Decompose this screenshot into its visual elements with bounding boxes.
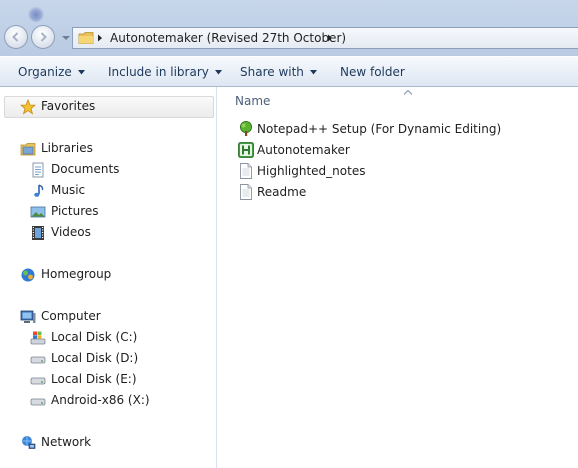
local-disk-e-label: Local Disk (E:) [51, 372, 137, 386]
libraries-label: Libraries [41, 141, 93, 155]
organize-label: Organize [18, 65, 72, 79]
include-in-library-label: Include in library [108, 65, 209, 79]
file-name: Autonotemaker [257, 143, 350, 157]
file-name: Notepad++ Setup (For Dynamic Editing) [257, 122, 502, 136]
system-drive-icon [30, 331, 46, 345]
music-note-icon [34, 184, 44, 197]
text-document-icon [240, 184, 252, 200]
folder-icon [78, 32, 94, 44]
pane-splitter[interactable] [216, 87, 217, 468]
text-document-icon [240, 163, 252, 179]
column-header-name[interactable]: Name [235, 94, 270, 108]
documents-icon [32, 162, 44, 178]
chevron-down-icon [77, 70, 85, 75]
window-title-bar: Autonotemaker (Revised 27th October) [0, 0, 578, 56]
navigation-buttons [4, 25, 72, 49]
recent-pages-dropdown[interactable] [61, 34, 71, 42]
breadcrumb-chevron-icon[interactable] [327, 34, 333, 42]
favorites-label: Favorites [41, 99, 96, 113]
blurred-app-icon [28, 6, 44, 22]
organize-button[interactable]: Organize [18, 65, 85, 79]
documents-label: Documents [51, 162, 120, 176]
network-icon [22, 436, 36, 449]
star-icon [20, 99, 36, 115]
navigation-pane: Favorites Libraries Documents Music Pict… [0, 87, 218, 468]
android-x86-label: Android-x86 (X:) [51, 393, 150, 407]
file-list-pane: Name Notepad++ Setup (For Dynamic Editin… [218, 87, 578, 468]
libraries-icon [20, 143, 36, 156]
forward-arrow-icon [40, 32, 47, 42]
new-folder-button[interactable]: New folder [340, 65, 405, 79]
hard-drive-icon [30, 377, 46, 385]
forward-button[interactable] [31, 25, 55, 49]
network-label: Network [41, 435, 92, 449]
chevron-down-icon [214, 70, 222, 75]
film-strip-icon [32, 226, 44, 240]
back-arrow-icon [12, 32, 19, 42]
address-bar[interactable]: Autonotemaker (Revised 27th October) [72, 27, 578, 49]
local-disk-d-label: Local Disk (D:) [51, 351, 139, 365]
breadcrumb-folder[interactable]: Autonotemaker (Revised 27th October) [110, 31, 346, 45]
new-folder-label: New folder [340, 65, 405, 79]
computer-icon [20, 310, 36, 323]
include-in-library-button[interactable]: Include in library [108, 65, 222, 79]
hard-drive-icon [30, 398, 46, 406]
share-with-button[interactable]: Share with [240, 65, 317, 79]
back-button[interactable] [4, 25, 28, 49]
pictures-icon [30, 206, 46, 218]
pictures-label: Pictures [51, 204, 99, 218]
command-bar: Organize Include in library Share with N… [0, 56, 578, 87]
app-h-icon [238, 142, 254, 158]
chevron-down-icon [309, 70, 317, 75]
videos-label: Videos [51, 225, 91, 239]
sort-ascending-icon [404, 90, 412, 95]
share-with-label: Share with [240, 65, 304, 79]
file-name: Highlighted_notes [257, 164, 366, 178]
music-label: Music [51, 183, 86, 197]
local-disk-c-label: Local Disk (C:) [51, 330, 138, 344]
notepad-tree-icon [240, 121, 252, 136]
computer-label: Computer [41, 309, 101, 323]
homegroup-icon [21, 268, 35, 282]
breadcrumb-chevron-icon[interactable] [97, 34, 103, 42]
file-name: Readme [257, 185, 307, 199]
homegroup-label: Homegroup [41, 267, 112, 281]
hard-drive-icon [30, 356, 46, 364]
